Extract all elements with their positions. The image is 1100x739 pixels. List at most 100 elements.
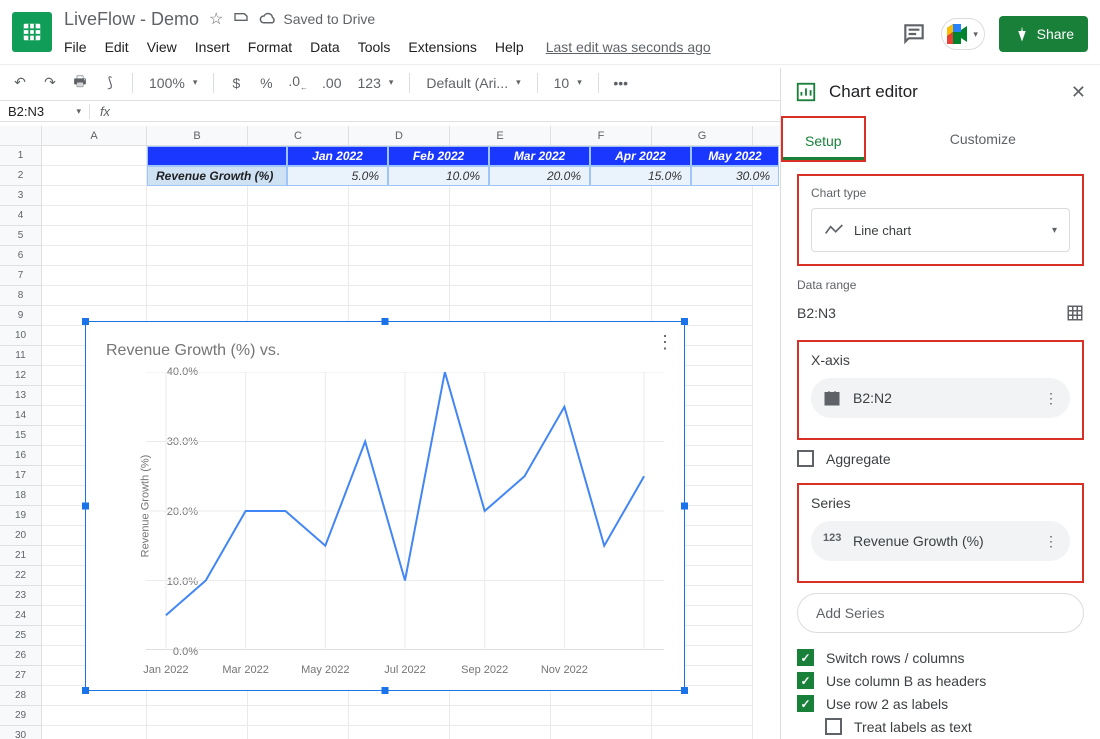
cell[interactable] <box>42 266 147 286</box>
cell[interactable] <box>652 206 753 226</box>
row-header[interactable]: 1 <box>0 146 42 166</box>
cell[interactable] <box>551 726 652 739</box>
resize-handle[interactable] <box>681 503 688 510</box>
cell[interactable] <box>652 246 753 266</box>
row-header[interactable]: 6 <box>0 246 42 266</box>
select-all-corner[interactable] <box>0 126 42 145</box>
menu-file[interactable]: File <box>64 39 87 55</box>
cell[interactable] <box>147 226 248 246</box>
data-table[interactable]: Jan 2022 Feb 2022 Mar 2022 Apr 2022 May … <box>147 146 779 186</box>
last-edit-link[interactable]: Last edit was seconds ago <box>546 39 711 55</box>
paint-format-icon[interactable]: ⟆ <box>98 70 122 95</box>
cell[interactable] <box>248 266 349 286</box>
cell[interactable] <box>551 286 652 306</box>
resize-handle[interactable] <box>82 318 89 325</box>
cell[interactable] <box>349 186 450 206</box>
col-header[interactable]: F <box>551 126 652 145</box>
cell[interactable] <box>147 266 248 286</box>
meet-icon[interactable]: ▾ <box>941 18 985 50</box>
star-icon[interactable]: ☆ <box>209 9 223 29</box>
row-header[interactable]: 14 <box>0 406 42 426</box>
add-series-button[interactable]: Add Series <box>797 593 1084 633</box>
cell[interactable] <box>147 706 248 726</box>
col-header[interactable]: A <box>42 126 147 145</box>
cell[interactable] <box>248 286 349 306</box>
col-header[interactable]: B <box>147 126 248 145</box>
close-icon[interactable]: ✕ <box>1071 82 1086 103</box>
menu-format[interactable]: Format <box>248 39 292 55</box>
row-header[interactable]: 25 <box>0 626 42 646</box>
cell[interactable] <box>652 266 753 286</box>
font-select[interactable]: Default (Ari... <box>420 73 526 93</box>
cell[interactable] <box>652 226 753 246</box>
undo-icon[interactable]: ↶ <box>8 70 32 95</box>
increase-decimal-icon[interactable]: .00 <box>318 71 345 95</box>
row-header[interactable]: 13 <box>0 386 42 406</box>
tab-customize[interactable]: Customize <box>866 116 1100 162</box>
more-toolbar-icon[interactable]: ••• <box>609 71 633 95</box>
menu-insert[interactable]: Insert <box>195 39 230 55</box>
cell[interactable] <box>147 246 248 266</box>
row-header[interactable]: 28 <box>0 686 42 706</box>
menu-view[interactable]: View <box>147 39 177 55</box>
comments-icon[interactable] <box>901 21 927 47</box>
cell[interactable] <box>42 726 147 739</box>
cell[interactable] <box>450 726 551 739</box>
cell[interactable] <box>147 206 248 226</box>
document-title[interactable]: LiveFlow - Demo <box>64 9 199 30</box>
row-header[interactable]: 10 <box>0 326 42 346</box>
row-header[interactable]: 4 <box>0 206 42 226</box>
cell[interactable] <box>349 706 450 726</box>
font-size-select[interactable]: 10 <box>548 73 588 93</box>
cell[interactable] <box>551 206 652 226</box>
row-header[interactable]: 19 <box>0 506 42 526</box>
row-header[interactable]: 17 <box>0 466 42 486</box>
row-header[interactable]: 5 <box>0 226 42 246</box>
data-range-value[interactable]: B2:N3 <box>797 305 836 321</box>
cell[interactable] <box>42 146 147 166</box>
cell[interactable] <box>652 286 753 306</box>
more-icon[interactable]: ⋮ <box>1044 533 1058 550</box>
row-header[interactable]: 23 <box>0 586 42 606</box>
chart-menu-icon[interactable]: ⋮ <box>656 332 674 353</box>
redo-icon[interactable]: ↷ <box>38 70 62 95</box>
number-format-select[interactable]: 123 <box>352 73 400 93</box>
col-header[interactable]: E <box>450 126 551 145</box>
series-chip[interactable]: 123 Revenue Growth (%) ⋮ <box>811 521 1070 561</box>
cell[interactable] <box>248 206 349 226</box>
cell[interactable] <box>551 246 652 266</box>
col-header[interactable]: G <box>652 126 753 145</box>
cell[interactable] <box>349 206 450 226</box>
col-header[interactable]: C <box>248 126 349 145</box>
cell[interactable] <box>248 186 349 206</box>
percent-icon[interactable]: % <box>254 71 278 95</box>
cell[interactable] <box>42 166 147 186</box>
cell[interactable] <box>147 726 248 739</box>
cell[interactable] <box>349 286 450 306</box>
treat-labels-checkbox[interactable] <box>825 718 842 735</box>
cell[interactable] <box>450 206 551 226</box>
cell[interactable] <box>652 706 753 726</box>
cell[interactable] <box>450 186 551 206</box>
aggregate-checkbox[interactable] <box>797 450 814 467</box>
cell[interactable] <box>349 726 450 739</box>
cell[interactable] <box>248 706 349 726</box>
cell[interactable] <box>349 226 450 246</box>
cell[interactable] <box>42 186 147 206</box>
row-header[interactable]: 26 <box>0 646 42 666</box>
row-header[interactable]: 18 <box>0 486 42 506</box>
cell[interactable] <box>450 706 551 726</box>
col-header[interactable]: D <box>349 126 450 145</box>
cell[interactable] <box>42 286 147 306</box>
print-icon[interactable]: 🖶 <box>68 67 92 99</box>
decrease-decimal-icon[interactable]: .0← <box>284 69 312 96</box>
row-header[interactable]: 3 <box>0 186 42 206</box>
resize-handle[interactable] <box>382 318 389 325</box>
chart-type-select[interactable]: Line chart <box>811 208 1070 252</box>
xaxis-chip[interactable]: B2:N2 ⋮ <box>811 378 1070 418</box>
menu-edit[interactable]: Edit <box>105 39 129 55</box>
resize-handle[interactable] <box>382 687 389 694</box>
cell[interactable] <box>42 226 147 246</box>
move-icon[interactable] <box>233 9 249 30</box>
row-header[interactable]: 20 <box>0 526 42 546</box>
